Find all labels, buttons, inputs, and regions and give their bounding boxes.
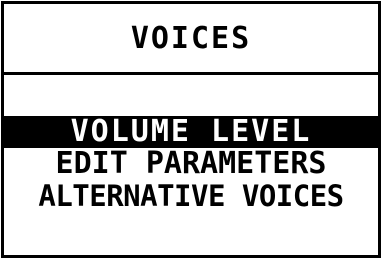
- menu-item-volume-level[interactable]: VOLUME LEVEL: [4, 116, 378, 148]
- menu-item-alternative-voices[interactable]: ALTERNATIVE VOICES: [4, 180, 378, 212]
- title-divider: [4, 72, 378, 75]
- menu-list: VOLUME LEVEL EDIT PARAMETERS ALTERNATIVE…: [4, 116, 378, 212]
- menu-item-edit-parameters[interactable]: EDIT PARAMETERS: [4, 148, 378, 180]
- screen-title: VOICES: [130, 20, 252, 56]
- display-screen: VOICES VOLUME LEVEL EDIT PARAMETERS ALTE…: [1, 1, 381, 258]
